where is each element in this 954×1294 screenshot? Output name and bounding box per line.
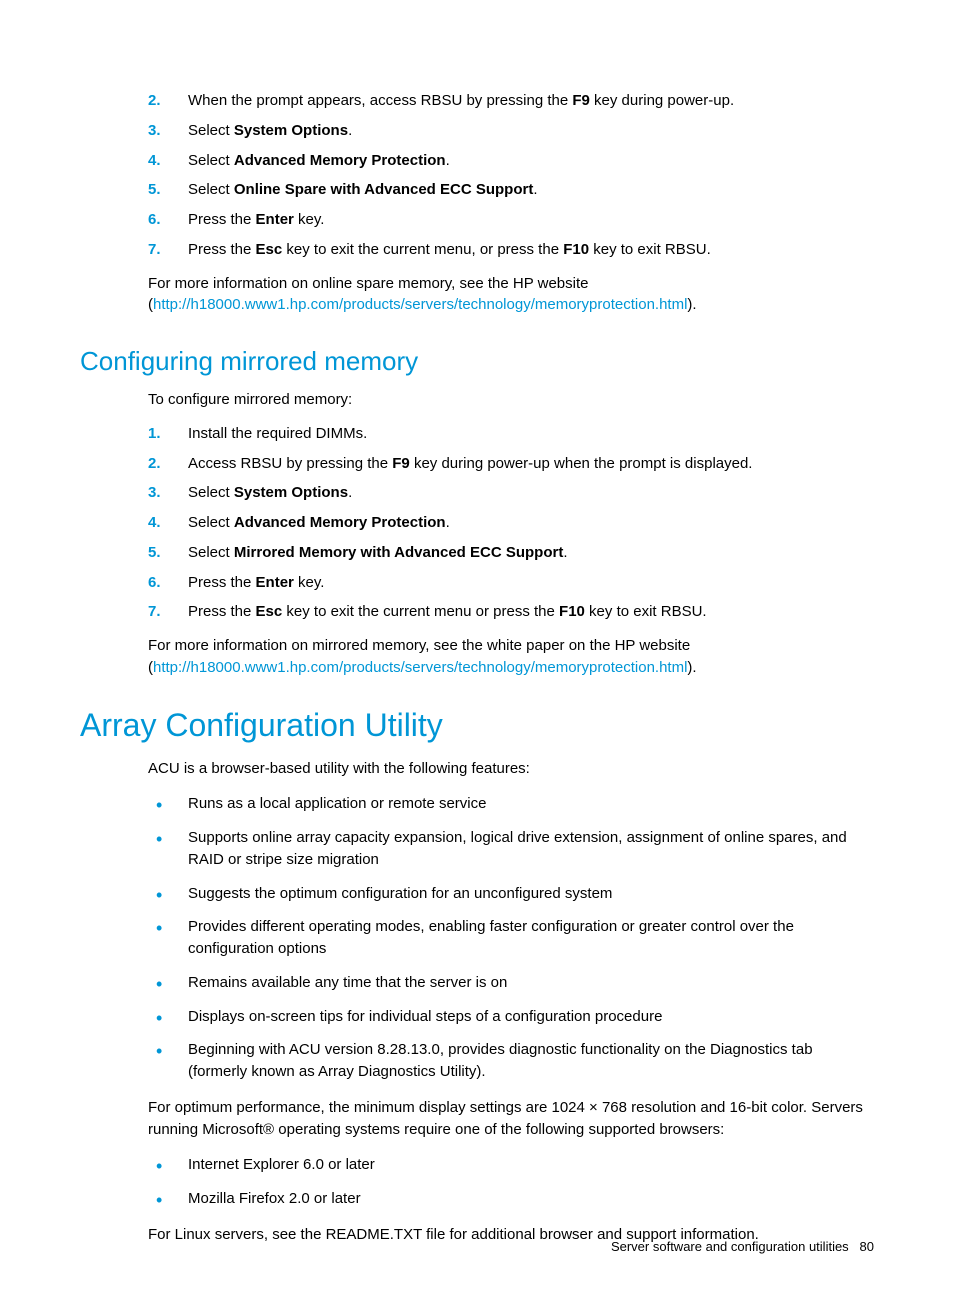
- step-text: .: [446, 514, 450, 531]
- page-number: 80: [860, 1239, 874, 1254]
- step-text: .: [446, 152, 450, 169]
- step-text: Press the: [188, 603, 256, 620]
- step-text: key to exit RBSU.: [589, 241, 711, 258]
- bold: Mirrored Memory with Advanced ECC Suppor…: [234, 544, 563, 561]
- bold: Advanced Memory Protection: [234, 152, 446, 169]
- bold: Enter: [256, 574, 294, 591]
- bold: System Options: [234, 484, 348, 501]
- step-number: 2.: [148, 453, 161, 475]
- step-text: Select: [188, 484, 234, 501]
- step-number: 2.: [148, 90, 161, 112]
- page-footer: Server software and configuration utilit…: [611, 1239, 874, 1254]
- list-item: Beginning with ACU version 8.28.13.0, pr…: [148, 1033, 874, 1089]
- bold: Enter: [256, 211, 294, 228]
- step-number: 6.: [148, 572, 161, 594]
- step-number: 4.: [148, 512, 161, 534]
- list-item: 4. Select Advanced Memory Protection.: [148, 146, 874, 176]
- section1-footer: For more information on online spare mem…: [148, 273, 874, 317]
- step-number: 7.: [148, 239, 161, 261]
- bold: System Options: [234, 122, 348, 139]
- list-item: 3. Select System Options.: [148, 116, 874, 146]
- step-text: Press the: [188, 241, 256, 258]
- list-item: Mozilla Firefox 2.0 or later: [148, 1182, 874, 1216]
- step-text: .: [348, 484, 352, 501]
- step-text: key.: [294, 211, 325, 228]
- bold: Advanced Memory Protection: [234, 514, 446, 531]
- step-number: 7.: [148, 601, 161, 623]
- list-item: 3. Select System Options.: [148, 478, 874, 508]
- list-item: Displays on-screen tips for individual s…: [148, 1000, 874, 1034]
- document-page: 2. When the prompt appears, access RBSU b…: [0, 0, 954, 1294]
- heading-array-configuration-utility: Array Configuration Utility: [80, 707, 874, 744]
- step-text: Select: [188, 514, 234, 531]
- mirrored-footer: For more information on mirrored memory,…: [148, 635, 874, 679]
- step-text: .: [563, 544, 567, 561]
- footer-section: Server software and configuration utilit…: [611, 1239, 849, 1254]
- step-text: key during power-up when the prompt is d…: [410, 455, 753, 472]
- acu-browsers: Internet Explorer 6.0 or later Mozilla F…: [148, 1148, 874, 1216]
- memory-protection-link[interactable]: http://h18000.www1.hp.com/products/serve…: [153, 659, 687, 676]
- list-item: 6. Press the Enter key.: [148, 205, 874, 235]
- step-text: .: [533, 181, 537, 198]
- step-number: 6.: [148, 209, 161, 231]
- step-text: Select: [188, 544, 234, 561]
- list-item: 5. Select Online Spare with Advanced ECC …: [148, 175, 874, 205]
- step-number: 1.: [148, 423, 161, 445]
- step-text: Access RBSU by pressing the: [188, 455, 392, 472]
- step-text: Select: [188, 181, 234, 198]
- heading-mirrored-memory: Configuring mirrored memory: [80, 346, 874, 377]
- list-item: Internet Explorer 6.0 or later: [148, 1148, 874, 1182]
- list-item: Suggests the optimum configuration for a…: [148, 877, 874, 911]
- step-text: key.: [294, 574, 325, 591]
- step-text: Select: [188, 152, 234, 169]
- list-item: 2. When the prompt appears, access RBSU b…: [148, 86, 874, 116]
- bold: Esc: [256, 603, 283, 620]
- bold: Esc: [256, 241, 283, 258]
- step-number: 4.: [148, 150, 161, 172]
- section1-steps: 2. When the prompt appears, access RBSU b…: [148, 86, 874, 265]
- list-item: 1. Install the required DIMMs.: [148, 419, 874, 449]
- list-item: 5. Select Mirrored Memory with Advanced E…: [148, 538, 874, 568]
- bold: F10: [563, 241, 589, 258]
- text: ).: [687, 296, 696, 313]
- step-text: Press the: [188, 211, 256, 228]
- list-item: 7. Press the Esc key to exit the current …: [148, 235, 874, 265]
- list-item: Provides different operating modes, enab…: [148, 910, 874, 966]
- list-item: 7. Press the Esc key to exit the current …: [148, 597, 874, 627]
- memory-protection-link[interactable]: http://h18000.www1.hp.com/products/serve…: [153, 296, 687, 313]
- list-item: Remains available any time that the serv…: [148, 966, 874, 1000]
- bold: F9: [572, 92, 590, 109]
- list-item: 6. Press the Enter key.: [148, 568, 874, 598]
- list-item: 4. Select Advanced Memory Protection.: [148, 508, 874, 538]
- step-text: key to exit RBSU.: [585, 603, 707, 620]
- step-text: When the prompt appears, access RBSU by …: [188, 92, 572, 109]
- step-number: 3.: [148, 120, 161, 142]
- list-item: 2. Access RBSU by pressing the F9 key dur…: [148, 449, 874, 479]
- step-number: 3.: [148, 482, 161, 504]
- bold: F9: [392, 455, 410, 472]
- list-item: Supports online array capacity expansion…: [148, 821, 874, 877]
- mirrored-intro: To configure mirrored memory:: [148, 389, 874, 411]
- step-text: Install the required DIMMs.: [188, 425, 367, 442]
- acu-intro: ACU is a browser-based utility with the …: [148, 758, 874, 780]
- step-number: 5.: [148, 179, 161, 201]
- mirrored-steps: 1. Install the required DIMMs. 2. Access R…: [148, 419, 874, 627]
- acu-performance: For optimum performance, the minimum dis…: [148, 1097, 874, 1141]
- acu-features: Runs as a local application or remote se…: [148, 787, 874, 1089]
- step-text: Press the: [188, 574, 256, 591]
- text: ).: [687, 659, 696, 676]
- step-text: key to exit the current menu, or press t…: [282, 241, 563, 258]
- step-number: 5.: [148, 542, 161, 564]
- list-item: Runs as a local application or remote se…: [148, 787, 874, 821]
- bold: F10: [559, 603, 585, 620]
- step-text: Select: [188, 122, 234, 139]
- bold: Online Spare with Advanced ECC Support: [234, 181, 533, 198]
- step-text: key during power-up.: [590, 92, 734, 109]
- step-text: .: [348, 122, 352, 139]
- step-text: key to exit the current menu or press th…: [282, 603, 559, 620]
